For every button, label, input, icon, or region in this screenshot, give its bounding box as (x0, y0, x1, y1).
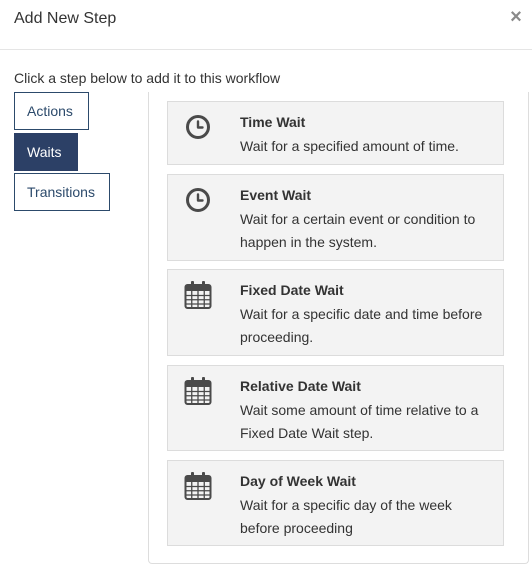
clock-icon (186, 115, 210, 139)
tab-actions[interactable]: Actions (14, 92, 89, 130)
close-button[interactable]: × (506, 6, 526, 28)
step-card-event-wait[interactable]: Event Wait Wait for a certain event or c… (167, 174, 504, 261)
step-card-relative-date-wait[interactable]: Relative Date Wait Wait some amount of t… (167, 365, 504, 451)
step-description: Wait for a specified amount of time. (240, 138, 459, 154)
step-title: Day of Week Wait (240, 473, 356, 489)
step-card-time-wait[interactable]: Time Wait Wait for a specified amount of… (167, 101, 504, 165)
tab-waits[interactable]: Waits (14, 133, 78, 171)
step-description: Wait for a specific day of the week befo… (240, 497, 452, 536)
instruction-text: Click a step below to add it to this wor… (14, 70, 281, 86)
modal-header: Add New Step × (0, 0, 532, 50)
add-step-modal: Add New Step × Click a step below to add… (0, 0, 532, 576)
calendar-icon (184, 472, 212, 500)
step-card-day-of-week-wait[interactable]: Day of Week Wait Wait for a specific day… (167, 460, 504, 546)
step-title: Relative Date Wait (240, 378, 361, 394)
step-description: Wait for a specific date and time before… (240, 306, 483, 345)
step-description: Wait some amount of time relative to a F… (240, 402, 479, 441)
calendar-icon (184, 281, 212, 309)
calendar-icon (184, 377, 212, 405)
step-title: Fixed Date Wait (240, 282, 344, 298)
clock-icon (186, 188, 210, 212)
step-title: Event Wait (240, 187, 312, 203)
step-title: Time Wait (240, 114, 306, 130)
step-description: Wait for a certain event or condition to… (240, 211, 476, 250)
step-card-fixed-date-wait[interactable]: Fixed Date Wait Wait for a specific date… (167, 269, 504, 356)
modal-title: Add New Step (14, 10, 117, 27)
tab-transitions[interactable]: Transitions (14, 173, 110, 211)
